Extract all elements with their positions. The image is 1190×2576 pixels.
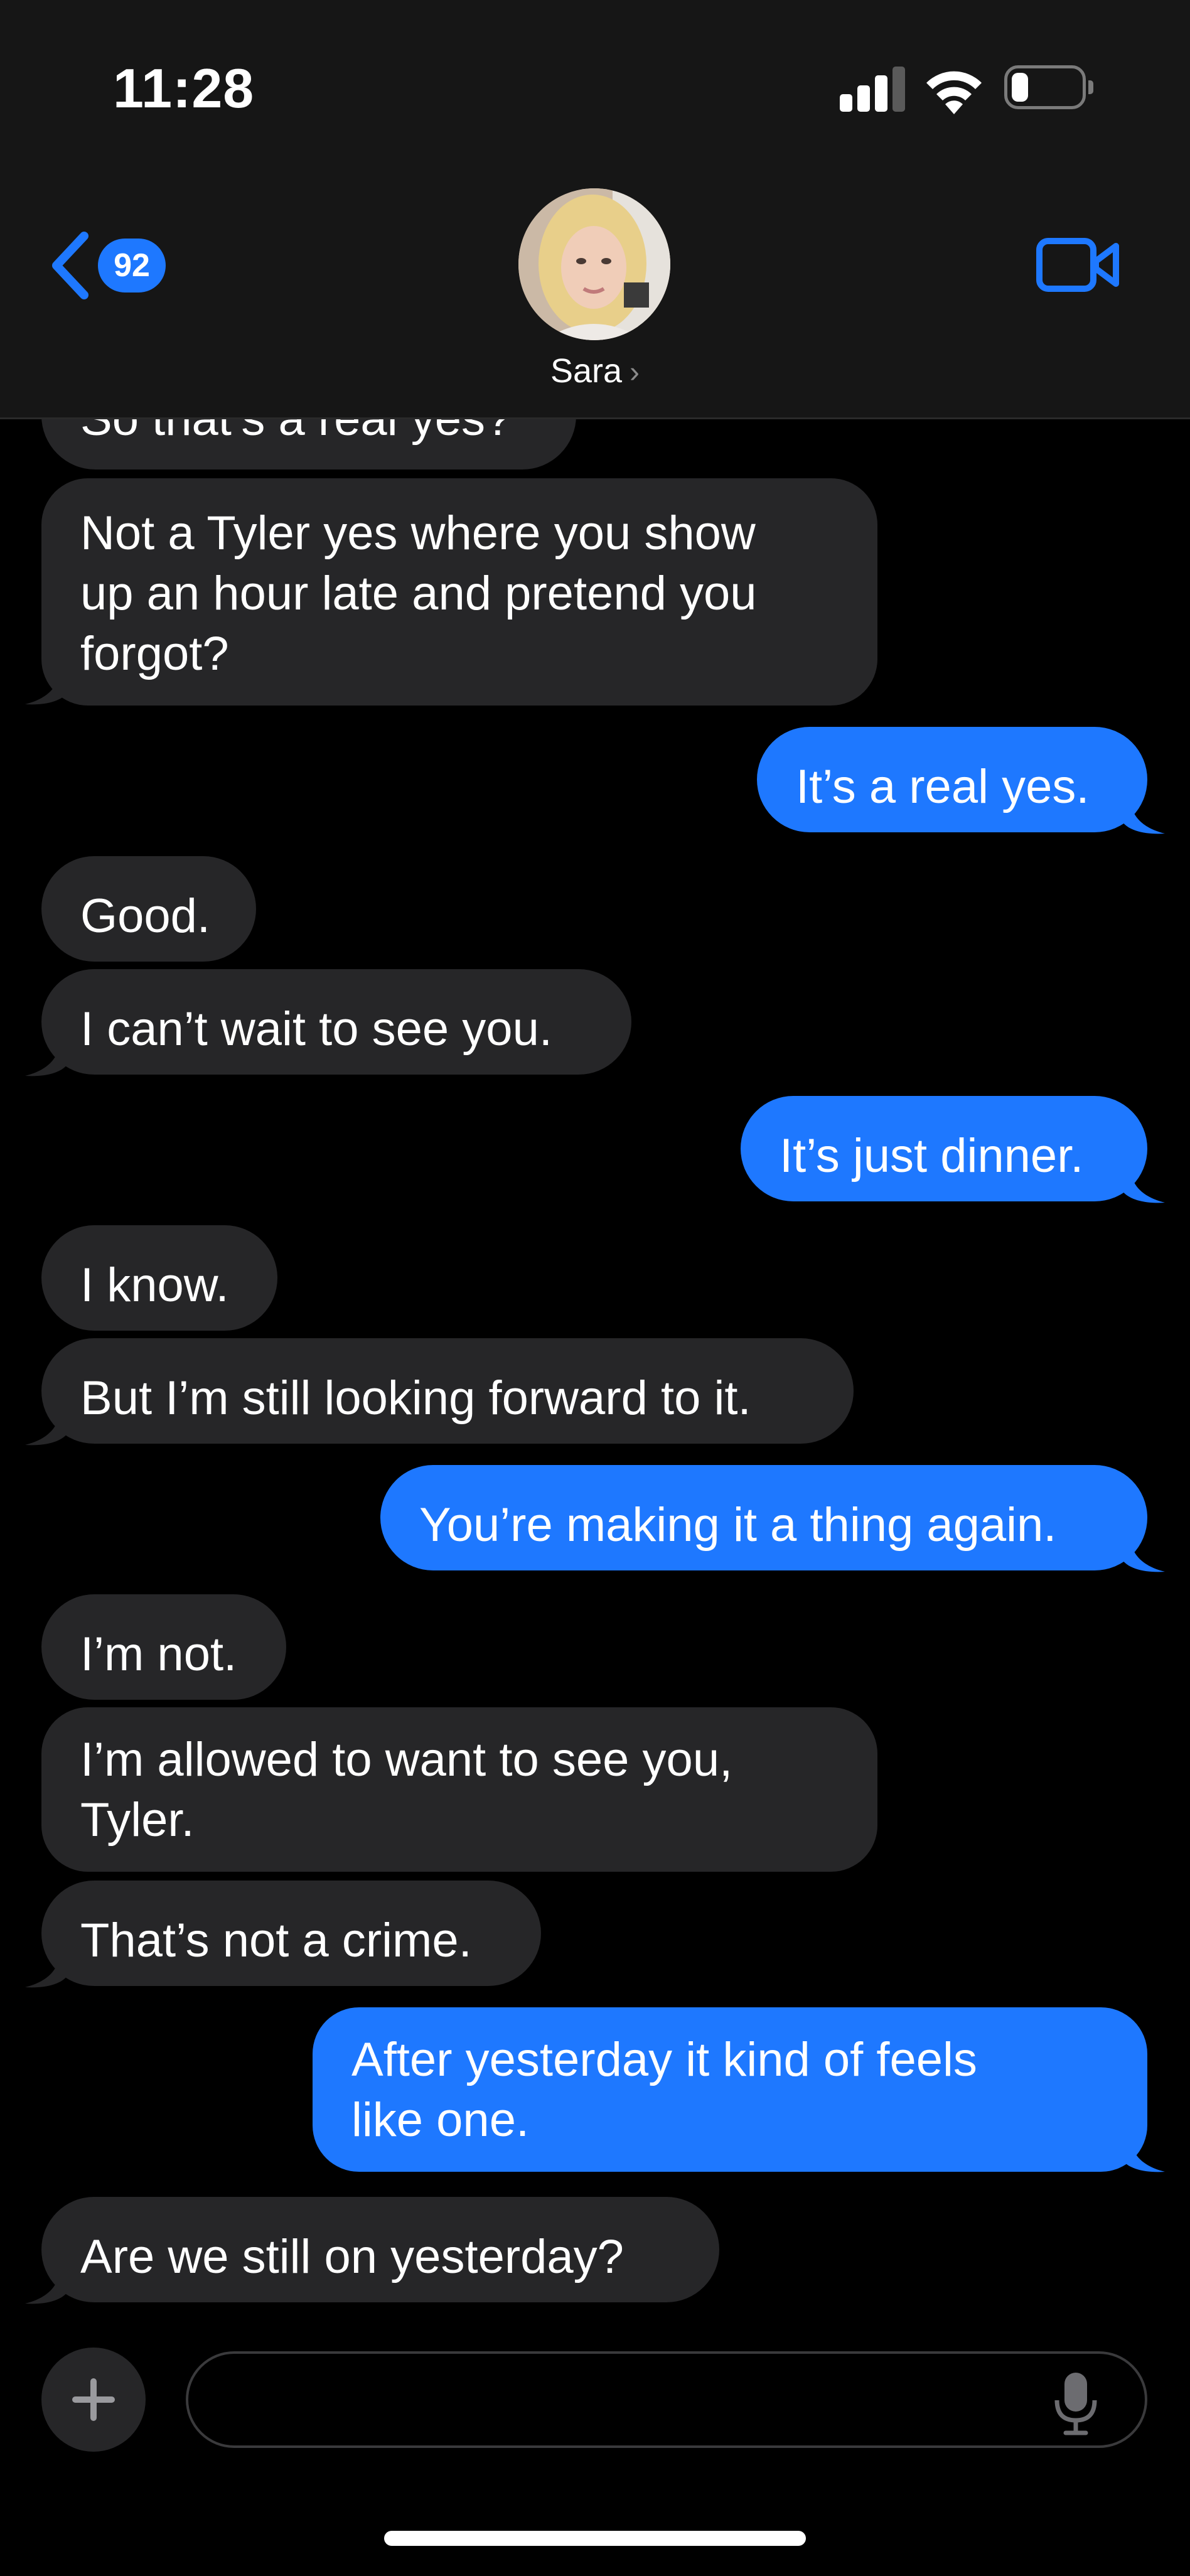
unread-count-badge: 92 — [98, 239, 166, 292]
bubble-tail — [25, 665, 69, 705]
home-indicator — [384, 2531, 806, 2546]
message-text: It’s just dinner. — [780, 1129, 1084, 1183]
microphone-icon[interactable] — [1052, 2370, 1100, 2435]
message-text: I can’t wait to see you. — [80, 1002, 552, 1056]
message-text: You’re making it a thing again. — [419, 1498, 1057, 1552]
bubble-tail — [1121, 1533, 1165, 1572]
message-bubble-incoming[interactable]: But I’m still looking forward to it. — [41, 1338, 854, 1444]
video-camera-icon[interactable] — [1036, 233, 1121, 296]
message-text-line: up an hour late and pretend you — [80, 567, 757, 620]
message-bubble-outgoing[interactable]: It’s just dinner. — [741, 1096, 1147, 1201]
status-time: 11:28 — [113, 57, 255, 119]
message-bubble-incoming[interactable]: I can’t wait to see you. — [41, 969, 631, 1075]
bubble-tail — [25, 1948, 69, 1988]
chevron-right-icon: › — [630, 356, 640, 389]
message-bubble-incoming[interactable]: I’m allowed to want to see you, Tyler. — [41, 1707, 877, 1872]
contact-title[interactable]: Sara › — [0, 352, 1190, 390]
message-text-line: I’m allowed to want to see you, — [80, 1733, 733, 1786]
contact-avatar[interactable] — [518, 188, 670, 340]
message-bubble-outgoing[interactable]: After yesterday it kind of feels like on… — [313, 2007, 1147, 2172]
message-text-line: like one. — [351, 2093, 530, 2147]
bubble-tail — [25, 2265, 69, 2304]
chevron-left-icon — [52, 232, 88, 299]
message-bubble-outgoing[interactable]: It’s a real yes. — [757, 727, 1147, 832]
wifi-icon — [926, 71, 982, 114]
message-text: Good. — [80, 889, 211, 943]
battery-icon — [1004, 65, 1095, 109]
message-bubble-incoming[interactable]: That’s not a crime. — [41, 1881, 541, 1986]
message-bubble-outgoing[interactable]: You’re making it a thing again. — [380, 1465, 1147, 1570]
bubble-tail — [25, 1037, 69, 1076]
message-text-line: Tyler. — [80, 1793, 195, 1847]
message-text: But I’m still looking forward to it. — [80, 1371, 751, 1425]
contact-name: Sara — [550, 352, 623, 390]
message-text: I’m not. — [80, 1628, 237, 1681]
message-text-line: Not a Tyler yes where you show — [80, 507, 756, 560]
message-text: Are we still on yesterday? — [80, 2230, 624, 2284]
conversation-header: 11:28 92 Sara › — [0, 0, 1190, 419]
message-input[interactable] — [186, 2351, 1147, 2448]
message-bubble-incoming[interactable]: Good. — [41, 856, 256, 962]
bubble-tail — [25, 1406, 69, 1446]
message-text: That’s not a crime. — [80, 1914, 472, 1967]
message-text-line: After yesterday it kind of feels — [351, 2033, 977, 2086]
messages-screen: So that’s a real yes? Not a Tyler yes wh… — [0, 0, 1190, 2576]
message-text-line: forgot? — [80, 627, 229, 680]
plus-icon — [72, 2378, 115, 2421]
message-bubble-incoming[interactable]: Not a Tyler yes where you show up an hou… — [41, 478, 877, 706]
bubble-tail — [1121, 795, 1165, 834]
message-text: I know. — [80, 1258, 229, 1312]
bubble-tail — [1121, 2133, 1165, 2172]
message-bubble-incoming[interactable]: I know. — [41, 1225, 277, 1331]
cellular-signal-icon — [840, 67, 906, 112]
bubble-tail — [1121, 1164, 1165, 1203]
plus-button[interactable] — [41, 2348, 146, 2452]
message-bubble-incoming[interactable]: I’m not. — [41, 1594, 286, 1700]
message-text: It’s a real yes. — [796, 760, 1090, 813]
back-button[interactable]: 92 — [48, 225, 173, 306]
message-bubble-incoming[interactable]: Are we still on yesterday? — [41, 2197, 719, 2302]
